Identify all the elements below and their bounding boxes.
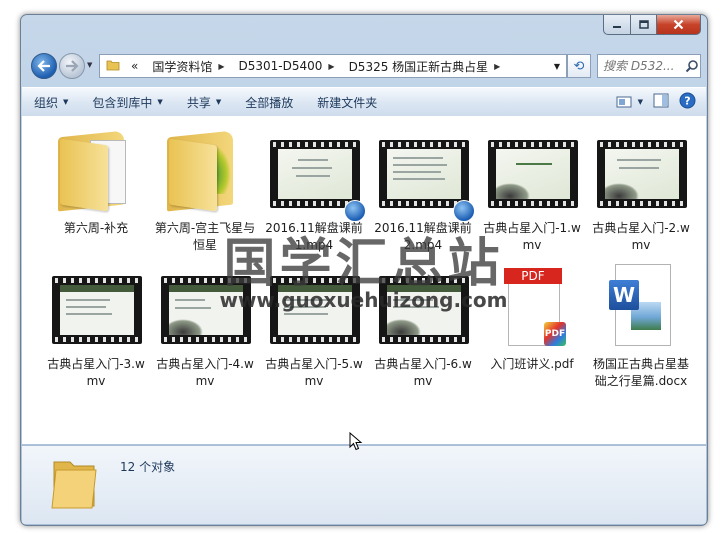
folder-icon — [46, 126, 146, 216]
chevron-right-icon: ▶ — [494, 61, 501, 71]
mouse-cursor-icon — [349, 432, 363, 451]
address-bar[interactable]: « 国学资料馆 ▶ D5301-D5400 ▶ D5325 杨国正新古典占星 ▶ ▼ — [99, 54, 567, 78]
dropdown-arrow-icon: ▼ — [215, 98, 222, 106]
dropdown-arrow-icon: ▼ — [157, 98, 163, 106]
quicktime-icon — [453, 200, 475, 222]
file-item[interactable]: 古典占星入门-4.wmv — [151, 262, 259, 390]
folder-icon — [51, 461, 97, 509]
recent-pages-dropdown[interactable]: ▼ — [87, 61, 95, 69]
breadcrumb-segment[interactable]: D5325 杨国正新古典占星 ▶ — [342, 58, 508, 75]
play-all-button[interactable]: 全部播放 — [233, 94, 305, 111]
pdf-reader-badge-icon: PDF — [544, 322, 566, 346]
command-bar: 组织 ▼ 包含到库中 ▼ 共享 ▼ 全部播放 新建文件夹 ▼ ? — [22, 87, 706, 117]
video-thumbnail-icon — [264, 262, 364, 352]
view-options-button[interactable]: ▼ — [616, 95, 643, 109]
organize-menu[interactable]: 组织 ▼ — [22, 94, 80, 111]
search-icon[interactable] — [685, 59, 699, 73]
caption-buttons — [603, 15, 701, 35]
breadcrumb-segment[interactable]: D5301-D5400 ▶ — [232, 59, 342, 73]
arrow-left-icon — [37, 60, 50, 72]
help-button[interactable]: ? — [679, 92, 696, 112]
preview-pane-button[interactable] — [653, 93, 669, 111]
search-input[interactable] — [598, 58, 685, 74]
video-thumbnail-icon — [373, 262, 473, 352]
pdf-file-icon: PDF PDF — [482, 262, 582, 352]
video-thumbnail-icon — [591, 126, 691, 216]
minimize-button[interactable] — [603, 15, 631, 35]
search-box — [597, 54, 701, 78]
file-item[interactable]: 古典占星入门-1.wmv — [478, 126, 586, 254]
file-item[interactable]: 古典占星入门-2.wmv — [587, 126, 695, 254]
chevron-right-icon: ▶ — [328, 61, 335, 71]
new-folder-button[interactable]: 新建文件夹 — [305, 94, 389, 111]
video-thumbnail-icon — [264, 126, 366, 222]
file-item[interactable]: 古典占星入门-3.wmv — [42, 262, 150, 390]
preview-pane-icon — [653, 93, 669, 108]
word-document-icon: W — [591, 262, 691, 352]
view-icon — [616, 96, 632, 108]
share-menu[interactable]: 共享 ▼ — [175, 94, 233, 111]
video-thumbnail-icon — [155, 262, 255, 352]
video-thumbnail-icon — [482, 126, 582, 216]
refresh-button[interactable]: ⟲ — [567, 54, 591, 78]
item-count: 12 个对象 — [120, 460, 176, 474]
view-controls: ▼ ? — [616, 92, 706, 112]
folder-icon — [100, 59, 124, 74]
file-item[interactable]: 古典占星入门-5.wmv — [260, 262, 368, 390]
back-button[interactable] — [31, 53, 57, 79]
file-item[interactable]: 2016.11解盘课前1.mp4 — [260, 126, 368, 254]
file-list: 第六周-补充 第六周-宫主飞星与恒星 2016.11解盘课前1.mp4 2016… — [22, 116, 706, 444]
forward-button[interactable] — [59, 53, 85, 79]
file-item[interactable]: 第六周-补充 — [42, 126, 150, 237]
arrow-right-icon — [66, 60, 79, 72]
file-item[interactable]: PDF PDF 入门班讲义.pdf — [478, 262, 586, 373]
explorer-window: ▼ « 国学资料馆 ▶ D5301-D5400 ▶ D5325 杨国正新古典占星 ▶ … — [20, 14, 708, 526]
folder-icon — [155, 126, 255, 216]
navigation-bar: ▼ « 国学资料馆 ▶ D5301-D5400 ▶ D5325 杨国正新古典占星 ▶ … — [29, 51, 701, 81]
maximize-button[interactable] — [631, 15, 657, 35]
quicktime-icon — [344, 200, 366, 222]
close-icon — [673, 19, 684, 30]
svg-text:?: ? — [684, 95, 690, 108]
include-in-library-menu[interactable]: 包含到库中 ▼ — [80, 94, 174, 111]
dropdown-arrow-icon: ▼ — [63, 98, 69, 106]
file-item[interactable]: W 杨国正古典占星基础之行星篇.docx — [587, 262, 695, 390]
help-icon: ? — [679, 92, 696, 109]
maximize-icon — [638, 20, 649, 29]
video-thumbnail-icon — [46, 262, 146, 352]
details-pane: 12 个对象 — [22, 445, 706, 524]
file-item[interactable]: 古典占星入门-6.wmv — [369, 262, 477, 390]
dropdown-arrow-icon: ▼ — [637, 98, 643, 106]
chevron-down-icon: ▼ — [553, 61, 560, 71]
chevron-right-icon: ▶ — [218, 61, 225, 71]
address-dropdown[interactable]: ▼ — [548, 62, 566, 71]
address-overflow[interactable]: « — [124, 59, 145, 73]
close-button[interactable] — [657, 15, 701, 35]
refresh-icon: ⟲ — [573, 58, 585, 74]
minimize-icon — [613, 25, 621, 28]
file-item[interactable]: 第六周-宫主飞星与恒星 — [151, 126, 259, 254]
breadcrumb-segment[interactable]: 国学资料馆 ▶ — [145, 58, 231, 75]
file-item[interactable]: 2016.11解盘课前2.mp4 — [369, 126, 477, 254]
video-thumbnail-icon — [373, 126, 475, 222]
